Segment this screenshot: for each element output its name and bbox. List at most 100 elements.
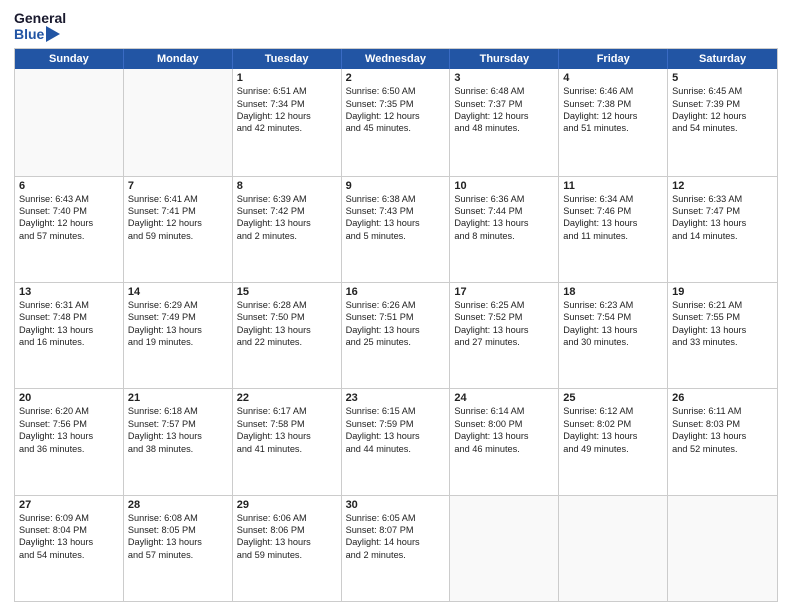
- day-cell: 2Sunrise: 6:50 AM Sunset: 7:35 PM Daylig…: [342, 69, 451, 175]
- day-cell: 7Sunrise: 6:41 AM Sunset: 7:41 PM Daylig…: [124, 177, 233, 282]
- day-header-tuesday: Tuesday: [233, 49, 342, 69]
- day-info: Sunrise: 6:23 AM Sunset: 7:54 PM Dayligh…: [563, 299, 663, 349]
- day-cell: [668, 496, 777, 601]
- day-headers: SundayMondayTuesdayWednesdayThursdayFrid…: [15, 49, 777, 69]
- day-number: 6: [19, 180, 119, 192]
- day-cell: 9Sunrise: 6:38 AM Sunset: 7:43 PM Daylig…: [342, 177, 451, 282]
- day-info: Sunrise: 6:51 AM Sunset: 7:34 PM Dayligh…: [237, 85, 337, 135]
- day-info: Sunrise: 6:15 AM Sunset: 7:59 PM Dayligh…: [346, 405, 446, 455]
- logo-arrow-icon: [46, 26, 64, 42]
- day-cell: 4Sunrise: 6:46 AM Sunset: 7:38 PM Daylig…: [559, 69, 668, 175]
- day-cell: [450, 496, 559, 601]
- day-cell: 16Sunrise: 6:26 AM Sunset: 7:51 PM Dayli…: [342, 283, 451, 388]
- day-info: Sunrise: 6:36 AM Sunset: 7:44 PM Dayligh…: [454, 193, 554, 243]
- week-row-3: 13Sunrise: 6:31 AM Sunset: 7:48 PM Dayli…: [15, 282, 777, 388]
- logo-blue: Blue: [14, 26, 44, 42]
- day-cell: [124, 69, 233, 175]
- day-number: 18: [563, 286, 663, 298]
- day-info: Sunrise: 6:20 AM Sunset: 7:56 PM Dayligh…: [19, 405, 119, 455]
- calendar: SundayMondayTuesdayWednesdayThursdayFrid…: [14, 48, 778, 602]
- day-info: Sunrise: 6:34 AM Sunset: 7:46 PM Dayligh…: [563, 193, 663, 243]
- day-info: Sunrise: 6:39 AM Sunset: 7:42 PM Dayligh…: [237, 193, 337, 243]
- day-info: Sunrise: 6:46 AM Sunset: 7:38 PM Dayligh…: [563, 85, 663, 135]
- day-info: Sunrise: 6:06 AM Sunset: 8:06 PM Dayligh…: [237, 512, 337, 562]
- day-number: 23: [346, 392, 446, 404]
- day-number: 1: [237, 72, 337, 84]
- day-cell: 10Sunrise: 6:36 AM Sunset: 7:44 PM Dayli…: [450, 177, 559, 282]
- day-header-friday: Friday: [559, 49, 668, 69]
- day-info: Sunrise: 6:11 AM Sunset: 8:03 PM Dayligh…: [672, 405, 773, 455]
- day-number: 17: [454, 286, 554, 298]
- day-cell: 17Sunrise: 6:25 AM Sunset: 7:52 PM Dayli…: [450, 283, 559, 388]
- day-number: 22: [237, 392, 337, 404]
- day-number: 4: [563, 72, 663, 84]
- day-info: Sunrise: 6:17 AM Sunset: 7:58 PM Dayligh…: [237, 405, 337, 455]
- day-header-wednesday: Wednesday: [342, 49, 451, 69]
- day-number: 14: [128, 286, 228, 298]
- day-cell: 25Sunrise: 6:12 AM Sunset: 8:02 PM Dayli…: [559, 389, 668, 494]
- day-number: 16: [346, 286, 446, 298]
- day-info: Sunrise: 6:41 AM Sunset: 7:41 PM Dayligh…: [128, 193, 228, 243]
- day-info: Sunrise: 6:28 AM Sunset: 7:50 PM Dayligh…: [237, 299, 337, 349]
- day-cell: 12Sunrise: 6:33 AM Sunset: 7:47 PM Dayli…: [668, 177, 777, 282]
- day-number: 13: [19, 286, 119, 298]
- day-info: Sunrise: 6:50 AM Sunset: 7:35 PM Dayligh…: [346, 85, 446, 135]
- week-row-4: 20Sunrise: 6:20 AM Sunset: 7:56 PM Dayli…: [15, 388, 777, 494]
- day-cell: 5Sunrise: 6:45 AM Sunset: 7:39 PM Daylig…: [668, 69, 777, 175]
- header: General Blue: [14, 10, 778, 42]
- calendar-body: 1Sunrise: 6:51 AM Sunset: 7:34 PM Daylig…: [15, 69, 777, 601]
- day-cell: 14Sunrise: 6:29 AM Sunset: 7:49 PM Dayli…: [124, 283, 233, 388]
- day-info: Sunrise: 6:33 AM Sunset: 7:47 PM Dayligh…: [672, 193, 773, 243]
- day-number: 27: [19, 499, 119, 511]
- day-cell: 8Sunrise: 6:39 AM Sunset: 7:42 PM Daylig…: [233, 177, 342, 282]
- week-row-2: 6Sunrise: 6:43 AM Sunset: 7:40 PM Daylig…: [15, 176, 777, 282]
- day-number: 9: [346, 180, 446, 192]
- day-number: 7: [128, 180, 228, 192]
- day-number: 3: [454, 72, 554, 84]
- day-number: 2: [346, 72, 446, 84]
- day-cell: 13Sunrise: 6:31 AM Sunset: 7:48 PM Dayli…: [15, 283, 124, 388]
- day-info: Sunrise: 6:29 AM Sunset: 7:49 PM Dayligh…: [128, 299, 228, 349]
- day-cell: 1Sunrise: 6:51 AM Sunset: 7:34 PM Daylig…: [233, 69, 342, 175]
- day-cell: 20Sunrise: 6:20 AM Sunset: 7:56 PM Dayli…: [15, 389, 124, 494]
- day-number: 15: [237, 286, 337, 298]
- day-info: Sunrise: 6:26 AM Sunset: 7:51 PM Dayligh…: [346, 299, 446, 349]
- day-cell: 28Sunrise: 6:08 AM Sunset: 8:05 PM Dayli…: [124, 496, 233, 601]
- logo: General Blue: [14, 10, 66, 42]
- day-number: 25: [563, 392, 663, 404]
- day-number: 11: [563, 180, 663, 192]
- day-info: Sunrise: 6:18 AM Sunset: 7:57 PM Dayligh…: [128, 405, 228, 455]
- day-cell: 23Sunrise: 6:15 AM Sunset: 7:59 PM Dayli…: [342, 389, 451, 494]
- day-info: Sunrise: 6:14 AM Sunset: 8:00 PM Dayligh…: [454, 405, 554, 455]
- day-header-thursday: Thursday: [450, 49, 559, 69]
- week-row-1: 1Sunrise: 6:51 AM Sunset: 7:34 PM Daylig…: [15, 69, 777, 175]
- day-header-saturday: Saturday: [668, 49, 777, 69]
- day-info: Sunrise: 6:21 AM Sunset: 7:55 PM Dayligh…: [672, 299, 773, 349]
- day-cell: [15, 69, 124, 175]
- day-info: Sunrise: 6:09 AM Sunset: 8:04 PM Dayligh…: [19, 512, 119, 562]
- day-cell: 15Sunrise: 6:28 AM Sunset: 7:50 PM Dayli…: [233, 283, 342, 388]
- day-info: Sunrise: 6:45 AM Sunset: 7:39 PM Dayligh…: [672, 85, 773, 135]
- day-info: Sunrise: 6:43 AM Sunset: 7:40 PM Dayligh…: [19, 193, 119, 243]
- day-number: 24: [454, 392, 554, 404]
- day-number: 19: [672, 286, 773, 298]
- week-row-5: 27Sunrise: 6:09 AM Sunset: 8:04 PM Dayli…: [15, 495, 777, 601]
- day-info: Sunrise: 6:08 AM Sunset: 8:05 PM Dayligh…: [128, 512, 228, 562]
- day-info: Sunrise: 6:12 AM Sunset: 8:02 PM Dayligh…: [563, 405, 663, 455]
- day-number: 30: [346, 499, 446, 511]
- day-cell: 3Sunrise: 6:48 AM Sunset: 7:37 PM Daylig…: [450, 69, 559, 175]
- day-cell: 24Sunrise: 6:14 AM Sunset: 8:00 PM Dayli…: [450, 389, 559, 494]
- day-info: Sunrise: 6:38 AM Sunset: 7:43 PM Dayligh…: [346, 193, 446, 243]
- day-number: 10: [454, 180, 554, 192]
- day-cell: 26Sunrise: 6:11 AM Sunset: 8:03 PM Dayli…: [668, 389, 777, 494]
- logo-general: General: [14, 10, 66, 26]
- day-info: Sunrise: 6:05 AM Sunset: 8:07 PM Dayligh…: [346, 512, 446, 562]
- day-cell: 21Sunrise: 6:18 AM Sunset: 7:57 PM Dayli…: [124, 389, 233, 494]
- day-number: 12: [672, 180, 773, 192]
- day-number: 28: [128, 499, 228, 511]
- day-cell: 6Sunrise: 6:43 AM Sunset: 7:40 PM Daylig…: [15, 177, 124, 282]
- day-cell: 22Sunrise: 6:17 AM Sunset: 7:58 PM Dayli…: [233, 389, 342, 494]
- day-cell: 30Sunrise: 6:05 AM Sunset: 8:07 PM Dayli…: [342, 496, 451, 601]
- day-cell: [559, 496, 668, 601]
- day-number: 20: [19, 392, 119, 404]
